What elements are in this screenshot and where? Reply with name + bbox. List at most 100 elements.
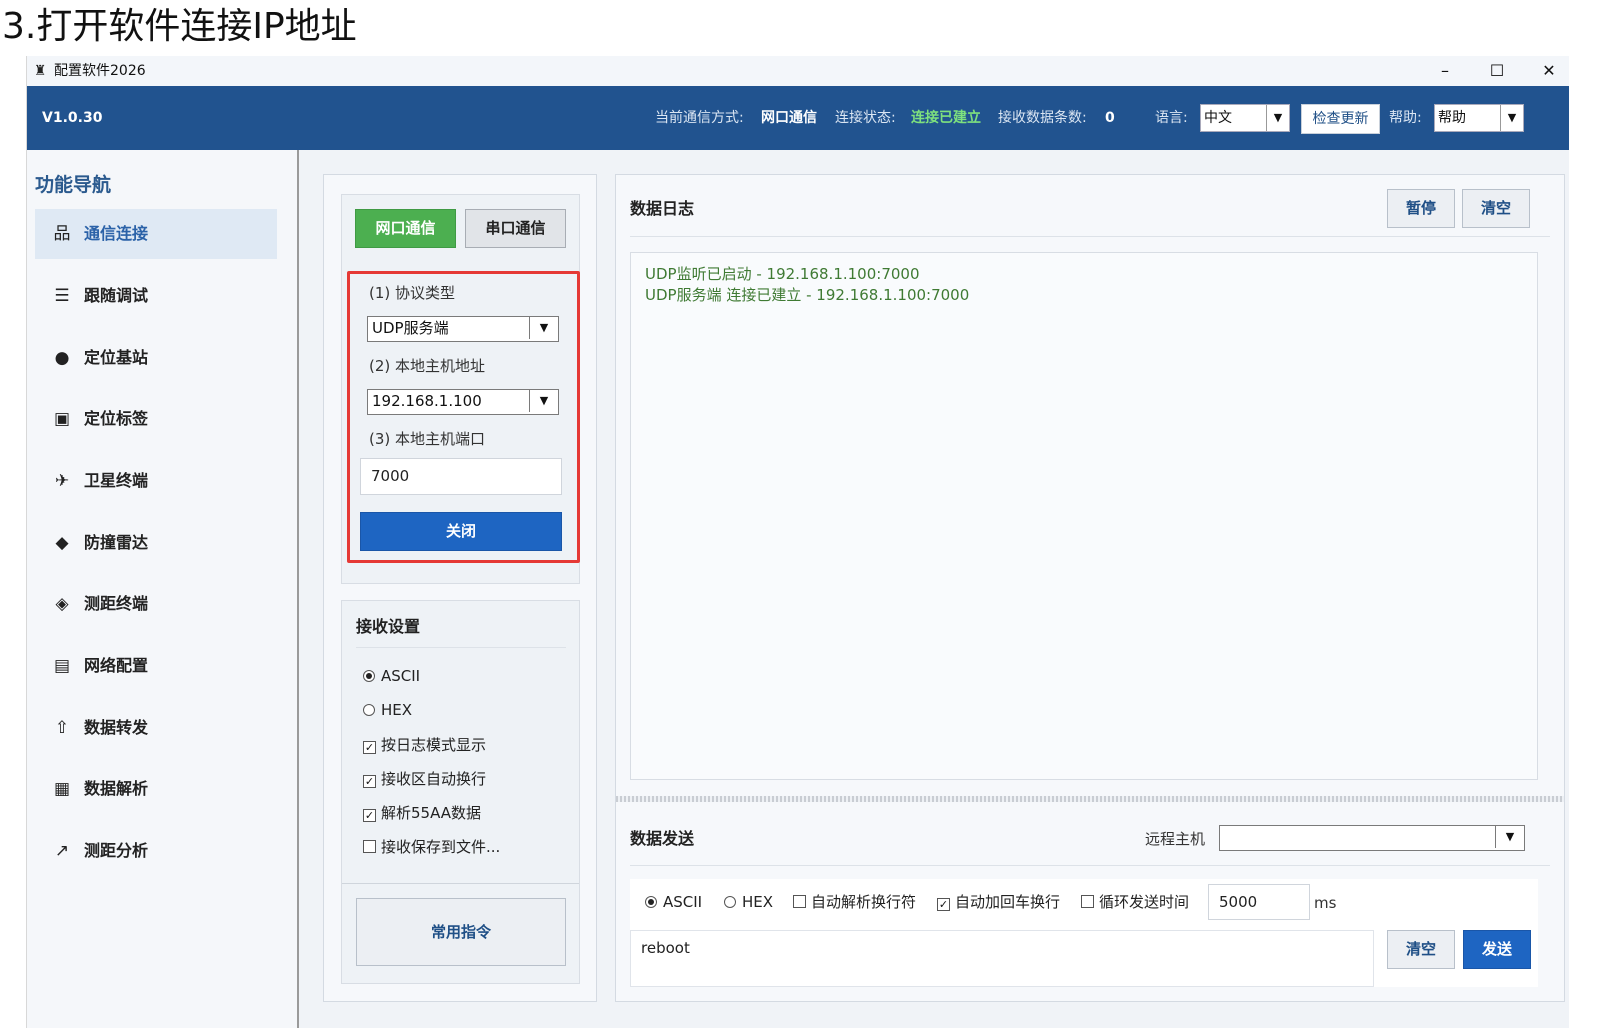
help-select[interactable]: 帮助 ▼ xyxy=(1434,104,1524,132)
tab-network-comm[interactable]: 网口通信 xyxy=(355,209,456,248)
chevron-down-icon: ▼ xyxy=(1266,105,1289,131)
log-mode-checkbox[interactable]: ✓ 按日志模式显示 xyxy=(363,735,486,755)
conn-status-label: 连接状态: xyxy=(835,110,896,126)
clear-send-button[interactable]: 清空 xyxy=(1387,930,1455,969)
host-address-select[interactable]: 192.168.1.100 ▼ xyxy=(367,389,559,415)
loop-interval-input[interactable]: 5000 xyxy=(1208,884,1310,920)
tx-ascii-radio[interactable]: ASCII xyxy=(645,892,702,912)
append-crlf-label: 自动加回车换行 xyxy=(955,893,1061,911)
chevron-down-icon: ▼ xyxy=(529,317,558,339)
parse-55aa-label: 解析55AA数据 xyxy=(381,804,482,822)
parse-newline-label: 自动解析换行符 xyxy=(811,893,917,911)
data-send-title: 数据发送 xyxy=(630,829,695,848)
splitter-handle[interactable] xyxy=(616,796,1564,802)
maximize-button[interactable]: ☐ xyxy=(1473,56,1521,86)
radio-unselected-icon xyxy=(363,704,375,716)
protocol-value: UDP服务端 xyxy=(372,319,449,337)
close-window-button[interactable]: ✕ xyxy=(1525,56,1569,86)
sidebar-item-data-parse[interactable]: ▦ 数据解析 xyxy=(35,764,277,814)
save-to-file-checkbox[interactable]: 接收保存到文件... xyxy=(363,837,500,857)
title-bar: ♜ 配置软件2026 – ☐ ✕ xyxy=(27,56,1569,86)
checkbox-empty-icon xyxy=(793,895,806,908)
rx-ascii-label: ASCII xyxy=(381,667,421,685)
router-icon: ▤ xyxy=(53,656,71,676)
sidebar-item-label: 通信连接 xyxy=(84,224,149,243)
append-crlf-checkbox[interactable]: ✓ 自动加回车换行 xyxy=(937,892,1060,912)
rx-hex-label: HEX xyxy=(381,701,413,719)
sidebar-item-comm-connect[interactable]: 品 通信连接 xyxy=(35,209,277,259)
port-input[interactable]: 7000 xyxy=(360,458,562,495)
radio-selected-icon xyxy=(645,896,657,908)
follow-debug-icon: ☰ xyxy=(54,286,70,306)
send-button[interactable]: 发送 xyxy=(1463,930,1531,969)
checkbox-empty-icon xyxy=(363,840,376,853)
loop-send-checkbox[interactable]: 循环发送时间 xyxy=(1081,892,1189,912)
location-pin-icon: ● xyxy=(54,348,70,368)
receive-settings-group: 接收设置 ASCII HEX ✓ 按日志模式显示 ✓ 接收区自动换行 ✓ 解析55AA… xyxy=(341,600,580,984)
radio-selected-icon xyxy=(363,670,375,682)
chevron-down-icon: ▼ xyxy=(1500,105,1523,131)
rx-hex-radio[interactable]: HEX xyxy=(363,700,412,720)
app-logo-icon: ♜ xyxy=(33,63,47,79)
sidebar-item-follow-debug[interactable]: ☰ 跟随调试 xyxy=(35,271,277,321)
protocol-select[interactable]: UDP服务端 ▼ xyxy=(367,316,559,342)
interval-unit-label: ms xyxy=(1314,894,1337,912)
remote-host-label: 远程主机 xyxy=(1145,830,1206,848)
sidebar-item-label: 测距分析 xyxy=(84,841,149,860)
host-label: (2) 本地主机地址 xyxy=(369,357,486,375)
auto-wrap-checkbox[interactable]: ✓ 接收区自动换行 xyxy=(363,769,486,789)
app-window: ♜ 配置软件2026 – ☐ ✕ V1.0.30 当前通信方式: 网口通信 连接… xyxy=(26,56,1569,1028)
share-upload-icon: ⇧ xyxy=(54,718,70,738)
sidebar-item-ranging-terminal[interactable]: ◈ 测距终端 xyxy=(35,579,277,629)
settings-panel: 网口通信 串口通信 (1) 协议类型 UDP服务端 ▼ (2) 本地主机地址 1… xyxy=(323,174,597,1002)
sidebar-item-position-tag[interactable]: ▣ 定位标签 xyxy=(35,394,277,444)
sidebar-item-base-station[interactable]: ● 定位基站 xyxy=(35,333,277,383)
sidebar-item-label: 网络配置 xyxy=(84,656,149,675)
chevron-down-icon: ▼ xyxy=(1495,826,1524,848)
header-bar: V1.0.30 当前通信方式: 网口通信 连接状态: 连接已建立 接收数据条数:… xyxy=(27,86,1569,150)
tab-serial-comm[interactable]: 串口通信 xyxy=(465,209,566,248)
data-panel: 数据日志 暂停 清空 UDP监听已启动 - 192.168.1.100:7000… xyxy=(615,174,1565,1002)
parse-55aa-checkbox[interactable]: ✓ 解析55AA数据 xyxy=(363,803,481,823)
language-value: 中文 xyxy=(1204,110,1232,126)
common-commands-button[interactable]: 常用指令 xyxy=(356,898,566,966)
pause-log-button[interactable]: 暂停 xyxy=(1387,189,1455,228)
data-log-area[interactable]: UDP监听已启动 - 192.168.1.100:7000 UDP服务端 连接已… xyxy=(630,252,1538,780)
send-data-input[interactable]: reboot xyxy=(630,930,1374,987)
connection-group: 网口通信 串口通信 (1) 协议类型 UDP服务端 ▼ (2) 本地主机地址 1… xyxy=(341,194,580,584)
sidebar-item-label: 定位基站 xyxy=(84,348,149,367)
divider xyxy=(356,647,566,648)
host-address-value: 192.168.1.100 xyxy=(372,392,482,410)
check-update-button[interactable]: 检查更新 xyxy=(1301,104,1380,134)
log-mode-label: 按日志模式显示 xyxy=(381,736,487,754)
conn-status-value: 连接已建立 xyxy=(911,110,981,126)
divider xyxy=(630,865,1550,866)
tx-hex-radio[interactable]: HEX xyxy=(724,892,773,912)
comm-mode-value: 网口通信 xyxy=(761,110,817,126)
sidebar-item-data-forward[interactable]: ⇧ 数据转发 xyxy=(35,703,277,753)
parse-newline-checkbox[interactable]: 自动解析换行符 xyxy=(793,892,916,912)
remote-host-select[interactable]: ▼ xyxy=(1219,825,1525,851)
rx-ascii-radio[interactable]: ASCII xyxy=(363,666,420,686)
close-connection-button[interactable]: 关闭 xyxy=(360,512,562,551)
sidebar-item-satellite-terminal[interactable]: ✈ 卫星终端 xyxy=(35,456,277,506)
checkmark-icon: ✓ xyxy=(937,898,950,911)
send-area: ASCII HEX 自动解析换行符 ✓ 自动加回车换行 循环发送时间 5000 m… xyxy=(630,879,1538,987)
window-title: 配置软件2026 xyxy=(54,63,146,79)
document-heading: 3.打开软件连接IP地址 xyxy=(2,6,357,47)
log-line: UDP监听已启动 - 192.168.1.100:7000 xyxy=(645,265,920,283)
sidebar-item-collision-radar[interactable]: ◆ 防撞雷达 xyxy=(35,518,277,568)
language-select[interactable]: 中文 ▼ xyxy=(1200,104,1290,132)
minimize-button[interactable]: – xyxy=(1421,56,1469,86)
sidebar-item-label: 定位标签 xyxy=(84,409,149,428)
receive-settings-title: 接收设置 xyxy=(356,617,421,636)
clear-log-button[interactable]: 清空 xyxy=(1462,189,1530,228)
sidebar-item-label: 跟随调试 xyxy=(84,286,149,305)
version-label: V1.0.30 xyxy=(42,110,103,126)
save-to-file-label: 接收保存到文件... xyxy=(381,838,501,856)
sidebar-item-network-config[interactable]: ▤ 网络配置 xyxy=(35,641,277,691)
radio-unselected-icon xyxy=(724,896,736,908)
sidebar-item-ranging-analysis[interactable]: ↗ 测距分析 xyxy=(35,826,277,876)
sidebar-item-label: 数据转发 xyxy=(84,718,149,737)
connection-settings-highlight: (1) 协议类型 UDP服务端 ▼ (2) 本地主机地址 192.168.1.1… xyxy=(347,271,580,563)
